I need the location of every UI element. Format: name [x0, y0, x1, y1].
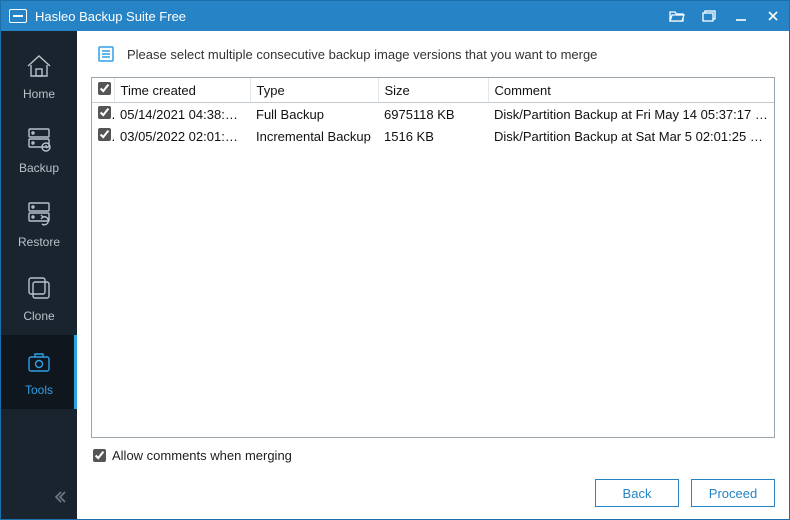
restore-window-icon[interactable]	[701, 8, 717, 24]
table-row[interactable]: 05/14/2021 04:38:59 ... Full Backup 6975…	[92, 103, 774, 125]
sidebar-item-home[interactable]: Home	[1, 39, 77, 113]
cell-time: 05/14/2021 04:38:59 ...	[114, 103, 250, 125]
sidebar: Home Backup Restore Clone	[1, 31, 77, 519]
cell-time: 03/05/2022 02:01:29 ...	[114, 125, 250, 147]
row-checkbox[interactable]	[98, 106, 111, 119]
sidebar-item-label: Home	[23, 87, 55, 101]
merge-option-row: Allow comments when merging	[91, 438, 775, 463]
instruction-row: Please select multiple consecutive backu…	[91, 45, 775, 77]
sidebar-item-restore[interactable]: Restore	[1, 187, 77, 261]
close-icon[interactable]	[765, 8, 781, 24]
sidebar-item-tools[interactable]: Tools	[1, 335, 77, 409]
cell-comment: Disk/Partition Backup at Sat Mar 5 02:01…	[488, 125, 774, 147]
select-all-checkbox[interactable]	[98, 82, 111, 95]
app-logo-icon	[9, 9, 27, 23]
col-size[interactable]: Size	[378, 78, 488, 103]
sidebar-item-backup[interactable]: Backup	[1, 113, 77, 187]
col-comment[interactable]: Comment	[488, 78, 774, 103]
table-header-row: Time created Type Size Comment	[92, 78, 774, 103]
app-title: Hasleo Backup Suite Free	[35, 9, 669, 24]
cell-comment: Disk/Partition Backup at Fri May 14 05:3…	[488, 103, 774, 125]
window-controls	[669, 8, 781, 24]
footer-buttons: Back Proceed	[91, 463, 775, 507]
sidebar-item-label: Restore	[18, 235, 60, 249]
main-panel: Please select multiple consecutive backu…	[77, 31, 789, 519]
versions-table: Time created Type Size Comment	[91, 77, 775, 438]
col-time[interactable]: Time created	[114, 78, 250, 103]
sidebar-item-clone[interactable]: Clone	[1, 261, 77, 335]
instruction-text: Please select multiple consecutive backu…	[127, 47, 597, 62]
cell-size: 1516 KB	[378, 125, 488, 147]
sidebar-item-label: Backup	[19, 161, 59, 175]
minimize-icon[interactable]	[733, 8, 749, 24]
allow-comments-label: Allow comments when merging	[112, 448, 292, 463]
titlebar: Hasleo Backup Suite Free	[1, 1, 789, 31]
cell-type: Full Backup	[250, 103, 378, 125]
cell-size: 6975118 KB	[378, 103, 488, 125]
row-checkbox[interactable]	[98, 128, 111, 141]
app-window: Hasleo Backup Suite Free	[0, 0, 790, 520]
clone-icon	[22, 273, 56, 303]
allow-comments-checkbox[interactable]	[93, 449, 106, 462]
server-restore-icon	[22, 199, 56, 229]
col-type[interactable]: Type	[250, 78, 378, 103]
table-row[interactable]: 03/05/2022 02:01:29 ... Incremental Back…	[92, 125, 774, 147]
back-button[interactable]: Back	[595, 479, 679, 507]
body: Home Backup Restore Clone	[1, 31, 789, 519]
cell-type: Incremental Backup	[250, 125, 378, 147]
document-list-icon	[97, 45, 115, 63]
sidebar-item-label: Tools	[25, 383, 53, 397]
header-select-all[interactable]	[92, 78, 114, 103]
home-icon	[22, 51, 56, 81]
open-folder-icon[interactable]	[669, 8, 685, 24]
collapse-sidebar-icon[interactable]	[53, 490, 67, 509]
server-backup-icon	[22, 125, 56, 155]
sidebar-item-label: Clone	[23, 309, 54, 323]
proceed-button[interactable]: Proceed	[691, 479, 775, 507]
tools-icon	[22, 347, 56, 377]
